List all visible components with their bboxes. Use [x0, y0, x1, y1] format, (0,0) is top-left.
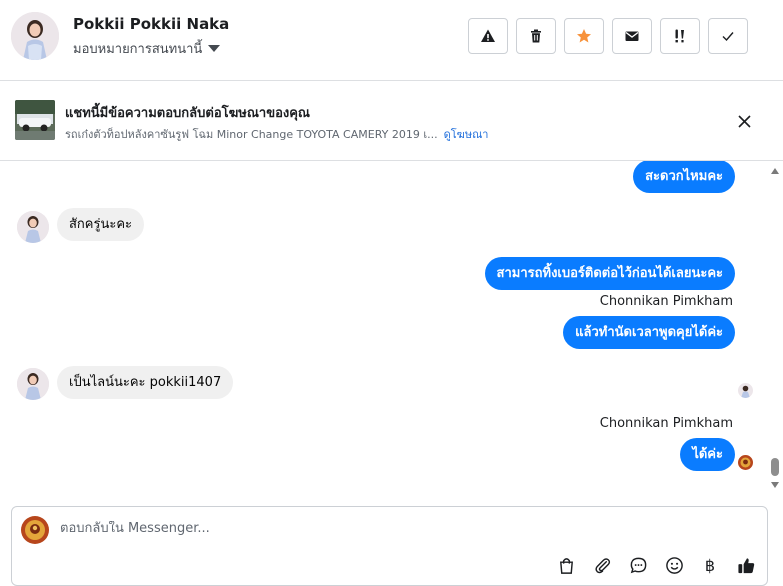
close-icon: [737, 114, 751, 128]
message-thread: สะดวกไหมคะ สักครู่นะคะ สามารถทิ้งเบอร์ติ…: [0, 161, 768, 495]
assign-label: มอบหมายการสนทนานี้: [73, 42, 203, 57]
message-composer: ฿: [11, 506, 768, 586]
mark-done-button[interactable]: [708, 18, 748, 54]
ad-subtitle-row: รถเก๋งตัวท็อปหลังคาซันรูฟ โฉม Minor Chan…: [65, 125, 488, 143]
contact-name[interactable]: Pokkii Pokkii Naka: [73, 15, 229, 33]
page-avatar: [21, 516, 49, 544]
ad-thumbnail[interactable]: [15, 100, 55, 140]
warning-icon: [481, 29, 495, 42]
payment-button[interactable]: ฿: [699, 554, 721, 576]
star-button[interactable]: [564, 18, 604, 54]
envelope-icon: [625, 31, 639, 41]
reply-input[interactable]: [60, 521, 660, 536]
saved-replies-button[interactable]: [627, 554, 649, 576]
emoji-icon: [665, 556, 683, 574]
seen-avatar: [738, 383, 753, 398]
follow-up-icon: [675, 29, 684, 43]
shop-button[interactable]: [555, 554, 577, 576]
sender-avatar-small: [738, 455, 753, 470]
trash-icon: [531, 29, 541, 43]
ad-title: แชทนี้มีข้อความตอบกลับต่อโฆษณาของคุณ: [65, 106, 310, 121]
mark-spam-button[interactable]: [468, 18, 508, 54]
view-ad-link[interactable]: ดูโฆษณา: [444, 125, 489, 143]
star-icon: [577, 29, 591, 43]
contact-avatar-small: [17, 211, 49, 243]
message-bubble-outgoing[interactable]: สามารถทิ้งเบอร์ติดต่อไว้ก่อนได้เลยนะคะ: [484, 257, 735, 290]
contact-avatar-small: [17, 368, 49, 400]
emoji-button[interactable]: [663, 554, 685, 576]
paperclip-icon: [594, 557, 610, 573]
ad-subtitle: รถเก๋งตัวท็อปหลังคาซันรูฟ โฉม Minor Chan…: [65, 128, 438, 141]
message-bubble-incoming[interactable]: เป็นไลน์นะคะ pokkii1407: [57, 366, 234, 399]
message-bubble-outgoing[interactable]: ได้ค่ะ: [680, 438, 735, 471]
sender-name: Chonnikan Pimkham: [599, 294, 733, 309]
ad-reply-banner: แชทนี้มีข้อความตอบกลับต่อโฆษณาของคุณ รถเ…: [0, 81, 783, 161]
baht-icon: ฿: [704, 555, 716, 575]
follow-up-button[interactable]: [660, 18, 700, 54]
like-button[interactable]: [735, 554, 757, 576]
conversation-actions: [468, 18, 748, 54]
assign-conversation-dropdown[interactable]: มอบหมายการสนทนานี้: [73, 38, 221, 59]
delete-button[interactable]: [516, 18, 556, 54]
sender-name: Chonnikan Pimkham: [599, 416, 733, 431]
shopping-bag-icon: [559, 557, 573, 574]
thread-scrollbar[interactable]: [768, 161, 783, 495]
message-bubble-incoming[interactable]: สักครู่นะคะ: [57, 208, 145, 241]
scroll-down-arrow-icon[interactable]: [771, 482, 779, 488]
caret-down-icon: [208, 45, 221, 52]
scrollbar-thumb[interactable]: [771, 458, 779, 476]
thumbs-up-icon: [737, 557, 754, 573]
message-bubble-outgoing[interactable]: แล้วทำนัดเวลาพูดคุยได้ค่ะ: [563, 316, 735, 349]
attach-button[interactable]: [591, 554, 613, 576]
message-bubble-outgoing[interactable]: สะดวกไหมคะ: [633, 161, 735, 193]
contact-avatar[interactable]: [11, 12, 59, 60]
close-banner-button[interactable]: [734, 111, 754, 131]
check-icon: [722, 32, 734, 42]
mark-unread-button[interactable]: [612, 18, 652, 54]
composer-toolbar: ฿: [555, 554, 757, 576]
saved-reply-icon: [630, 557, 646, 573]
conversation-header: Pokkii Pokkii Naka มอบหมายการสนทนานี้: [0, 0, 783, 81]
scroll-up-arrow-icon[interactable]: [771, 168, 779, 174]
